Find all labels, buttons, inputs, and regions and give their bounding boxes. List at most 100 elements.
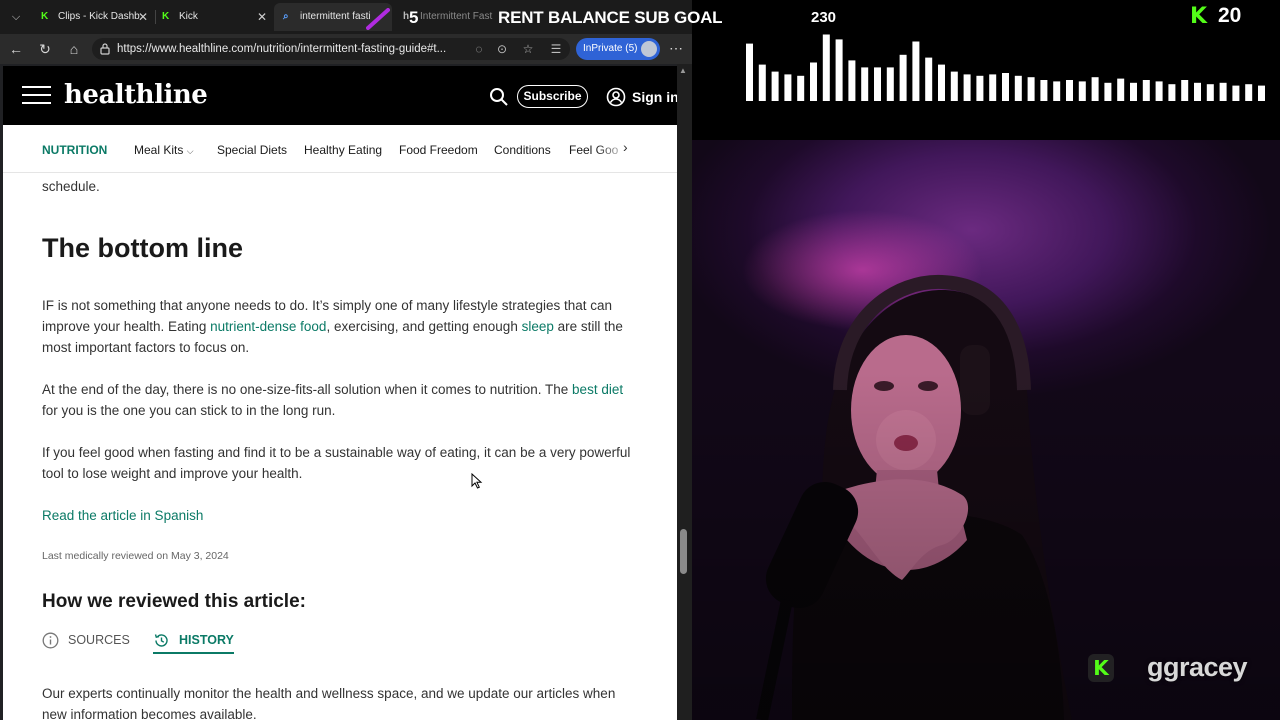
review-heading: How we reviewed this article: xyxy=(42,591,306,612)
tab-history[interactable]: HISTORY xyxy=(153,630,234,654)
visualizer-bar xyxy=(976,75,984,101)
profile-avatar-icon xyxy=(641,41,657,57)
home-icon[interactable]: ⌂ xyxy=(64,39,84,59)
inprivate-badge[interactable]: InPrivate (5) xyxy=(576,38,660,60)
extension-icon[interactable]: ⊙ xyxy=(494,41,510,57)
visualizer-bar xyxy=(1117,78,1125,101)
sign-in-button[interactable]: Sign in xyxy=(606,84,677,110)
paragraph: If you feel good when fasting and find i… xyxy=(42,445,631,481)
webcam-vignette xyxy=(692,140,1280,720)
tab-label: Kick xyxy=(179,11,198,22)
tab-list-dropdown[interactable]: ⌵ xyxy=(6,7,26,27)
tab-kick[interactable]: K Kick ✕ xyxy=(153,3,273,31)
tab-label: Clips - Kick Dashb xyxy=(58,11,140,22)
back-icon[interactable]: ← xyxy=(6,39,26,59)
kick-icon: K xyxy=(162,11,170,22)
paragraph: At the end of the day, there is no one-s… xyxy=(42,379,638,421)
visualizer-bar xyxy=(938,64,945,101)
visualizer-bar xyxy=(899,54,907,101)
sub-goal-title: RENT BALANCE SUB GOAL xyxy=(498,8,723,27)
more-options-icon[interactable]: ⋯ xyxy=(666,39,686,59)
tab-label: Intermittent Fast xyxy=(420,11,493,22)
visualizer-bar xyxy=(886,67,894,101)
visualizer-bar xyxy=(1194,82,1201,101)
text-run: , exercising, and getting enough xyxy=(326,319,522,334)
tab-sources-label: SOURCES xyxy=(68,633,130,647)
visualizer-bar xyxy=(1014,75,1022,101)
tab-sources[interactable]: SOURCES xyxy=(42,630,130,650)
nav-nutrition[interactable]: NUTRITION xyxy=(42,125,107,175)
chevron-right-icon[interactable]: › xyxy=(623,139,639,157)
text-run: for you is the one you can stick to in t… xyxy=(42,403,336,418)
nav-healthy-eating[interactable]: Healthy Eating xyxy=(304,125,382,175)
close-icon[interactable]: ✕ xyxy=(138,3,148,31)
kick-logo-icon: K xyxy=(1088,654,1114,682)
visualizer-bar xyxy=(1232,85,1240,101)
visualizer-bar xyxy=(1027,77,1035,101)
search-icon[interactable] xyxy=(489,87,509,107)
tab-kick-clips[interactable]: K Clips - Kick Dashb ✕ xyxy=(32,3,154,31)
favorites-list-icon[interactable]: ☰ xyxy=(548,41,564,57)
visualizer-bar xyxy=(1155,81,1163,101)
visualizer-bar xyxy=(746,43,753,101)
subscribe-button[interactable]: Subscribe xyxy=(517,85,588,108)
stream-frame: ⌵ K Clips - Kick Dashb ✕ K Kick ✕ ⌕ inte… xyxy=(0,0,1280,720)
visualizer-bar xyxy=(1104,82,1112,101)
refresh-icon[interactable]: ↻ xyxy=(35,39,55,59)
visualizer-bar xyxy=(784,74,792,101)
review-date: Last medically reviewed on May 3, 2024 xyxy=(42,550,229,562)
visualizer-bar xyxy=(874,67,881,101)
visualizer-bar xyxy=(771,71,779,101)
page-scrollbar[interactable]: ▲ xyxy=(677,64,692,720)
paragraph: Our experts continually monitor the heal… xyxy=(42,686,616,720)
category-nav: NUTRITION Meal Kits ⌵ Special Diets Heal… xyxy=(3,125,677,173)
visualizer-bar xyxy=(912,41,920,101)
scroll-up-icon[interactable]: ▲ xyxy=(679,66,687,75)
visualizer-bar xyxy=(1142,80,1150,101)
nav-special-diets[interactable]: Special Diets xyxy=(217,125,287,175)
nutrient-dense-food-link[interactable]: nutrient-dense food xyxy=(210,319,326,334)
tracking-prevention-icon[interactable]: ◌ xyxy=(471,41,487,57)
webcam-feed xyxy=(692,140,1280,720)
info-icon xyxy=(42,632,59,649)
nav-conditions[interactable]: Conditions xyxy=(494,125,551,175)
tab-label: intermittent fasti xyxy=(300,11,371,22)
sleep-link[interactable]: sleep xyxy=(522,319,554,334)
nav-food-freedom[interactable]: Food Freedom xyxy=(399,125,478,175)
nav-meal-kits[interactable]: Meal Kits ⌵ xyxy=(134,125,194,176)
visualizer-bar xyxy=(1206,84,1214,101)
visualizer-bar xyxy=(1181,80,1189,101)
goal-current-count: 5 xyxy=(409,8,419,27)
visualizer-bar xyxy=(963,74,971,101)
visualizer-bar xyxy=(822,34,830,101)
favorite-star-icon[interactable]: ☆ xyxy=(520,41,536,57)
previous-paragraph-tail: schedule. xyxy=(42,179,100,194)
visualizer-bar xyxy=(810,62,817,101)
spanish-article-link[interactable]: Read the article in Spanish xyxy=(42,505,203,526)
scrollbar-thumb[interactable] xyxy=(680,529,687,574)
url-text: https://www.healthline.com/nutrition/int… xyxy=(117,43,447,55)
kick-icon: K xyxy=(41,11,49,22)
visualizer-bar xyxy=(797,75,805,101)
visualizer-bar xyxy=(758,64,766,101)
visualizer-bar xyxy=(861,67,869,101)
lock-icon xyxy=(100,43,110,55)
visualizer-bar xyxy=(835,39,843,101)
visualizer-bar xyxy=(1078,81,1086,101)
visualizer-bar xyxy=(1219,82,1227,101)
close-icon[interactable]: ✕ xyxy=(257,3,267,31)
visualizer-bar xyxy=(925,57,933,101)
inprivate-label: InPrivate (5) xyxy=(583,43,638,54)
site-header: healthline Subscribe Sign in xyxy=(3,66,677,125)
visualizer-bar xyxy=(950,71,958,101)
visualizer-bar xyxy=(1040,80,1048,101)
audio-visualizer xyxy=(746,34,1265,101)
nav-label: Meal Kits xyxy=(134,143,184,157)
address-bar[interactable]: https://www.healthline.com/nutrition/int… xyxy=(92,38,570,60)
text-run: At the end of the day, there is no one-s… xyxy=(42,382,573,397)
best-diet-link[interactable]: best diet xyxy=(572,382,623,397)
site-logo[interactable]: healthline xyxy=(64,80,208,110)
hamburger-menu-icon[interactable] xyxy=(22,86,51,105)
history-icon xyxy=(154,634,168,647)
goal-progress-slash-icon xyxy=(366,8,390,30)
